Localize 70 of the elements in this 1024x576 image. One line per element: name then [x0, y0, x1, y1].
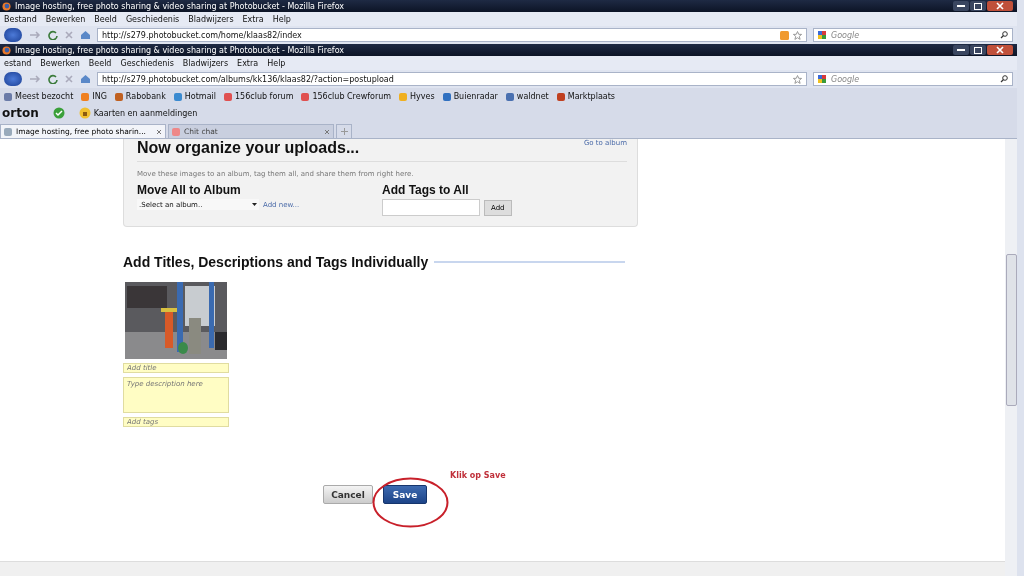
firefox-icon: [2, 45, 11, 55]
bookmark-item[interactable]: waldnet: [505, 92, 549, 101]
reload-icon[interactable]: [48, 74, 58, 84]
menu-item[interactable]: Bewerken: [45, 14, 86, 24]
back-button[interactable]: [4, 28, 22, 42]
reload-icon[interactable]: [48, 30, 58, 40]
menu-item[interactable]: Bladwijzers: [182, 58, 229, 68]
tags-heading: Add Tags to All: [382, 183, 470, 197]
bookmark-item[interactable]: Meest bezocht: [4, 92, 74, 101]
menu-item[interactable]: Bestand: [4, 14, 37, 24]
bookmark-item[interactable]: Marktplaats: [556, 92, 615, 101]
close-icon[interactable]: [324, 128, 330, 135]
menu-item[interactable]: Beeld: [94, 14, 117, 24]
panel-title: Now organize your uploads...: [137, 139, 360, 157]
maximize-icon[interactable]: [974, 46, 982, 54]
bookmark-item[interactable]: ING: [81, 92, 107, 101]
tags-input[interactable]: [382, 199, 480, 216]
dropdown-arrow-icon[interactable]: [252, 203, 257, 206]
check-icon[interactable]: [52, 107, 65, 119]
save-button[interactable]: Save: [383, 485, 427, 504]
menu-item[interactable]: Help: [272, 14, 291, 24]
norton-label[interactable]: orton: [2, 106, 39, 120]
close-icon[interactable]: [156, 128, 162, 135]
menu-item[interactable]: estand: [4, 58, 32, 68]
google-icon: [818, 74, 827, 84]
close-button[interactable]: [987, 45, 1013, 55]
minimize-button[interactable]: [953, 1, 969, 11]
maximize-button[interactable]: [970, 1, 986, 11]
menu-item[interactable]: Bladwijzers: [188, 14, 234, 24]
bookmark-item[interactable]: 156club forum: [224, 92, 294, 101]
address-bar[interactable]: http://s279.photobucket.com/home/klaas82/index: [97, 28, 807, 42]
address-bar[interactable]: http://s279.photobucket.com/albums/kk136/klaas82/?action=postupload: [97, 72, 807, 86]
minimize-icon[interactable]: [957, 4, 965, 8]
search-field[interactable]: Google: [813, 28, 1013, 42]
bookmark-item[interactable]: Hotmail: [173, 92, 216, 101]
star-icon[interactable]: [793, 30, 802, 40]
star-icon[interactable]: [793, 74, 802, 84]
menu-item[interactable]: Bewerken: [40, 58, 80, 68]
back-button[interactable]: [4, 72, 22, 86]
bookmark-item[interactable]: Hyves: [399, 92, 435, 101]
norton-menu[interactable]: Kaarten en aanmeldingen: [78, 107, 198, 119]
window-title: Image hosting, free photo sharing & video sharing at Photobucket - Mozilla Firefox: [15, 45, 346, 55]
minimize-button[interactable]: [953, 45, 969, 55]
scrollbar[interactable]: [1005, 139, 1017, 576]
maximize-icon[interactable]: [974, 2, 982, 10]
bookmark-item[interactable]: Buienradar: [442, 92, 498, 101]
firefox-icon: [2, 1, 11, 11]
google-icon: [818, 30, 827, 40]
maximize-button[interactable]: [970, 45, 986, 55]
close-button[interactable]: [987, 1, 1013, 11]
minimize-icon[interactable]: [957, 48, 965, 52]
search-icon[interactable]: [1000, 31, 1008, 39]
bookmark-item[interactable]: Rabobank: [114, 92, 166, 101]
section-title: Add Titles, Descriptions and Tags Individually: [123, 254, 429, 270]
menu-item[interactable]: Extra: [242, 14, 264, 24]
home-icon[interactable]: [80, 30, 91, 40]
outer-scrollbar[interactable]: [1017, 0, 1024, 576]
album-heading: Move All to Album: [137, 183, 242, 197]
menu-item[interactable]: Help: [267, 58, 286, 68]
menu-item[interactable]: Beeld: [88, 58, 112, 68]
window-title: Image hosting, free photo sharing & video sharing at Photobucket - Mozilla Firefox: [15, 1, 346, 11]
home-icon[interactable]: [80, 74, 91, 84]
cancel-button[interactable]: Cancel: [323, 485, 373, 504]
menu-item[interactable]: Extra: [237, 58, 259, 68]
menu-item[interactable]: Geschiedenis: [125, 14, 180, 24]
menu-item[interactable]: Geschiedenis: [120, 58, 174, 68]
annotation-text: Klik op Save: [450, 471, 506, 480]
search-field[interactable]: Google: [813, 72, 1013, 86]
search-icon[interactable]: [1000, 75, 1008, 83]
bookmark-item[interactable]: 156club Crewforum: [301, 92, 392, 101]
